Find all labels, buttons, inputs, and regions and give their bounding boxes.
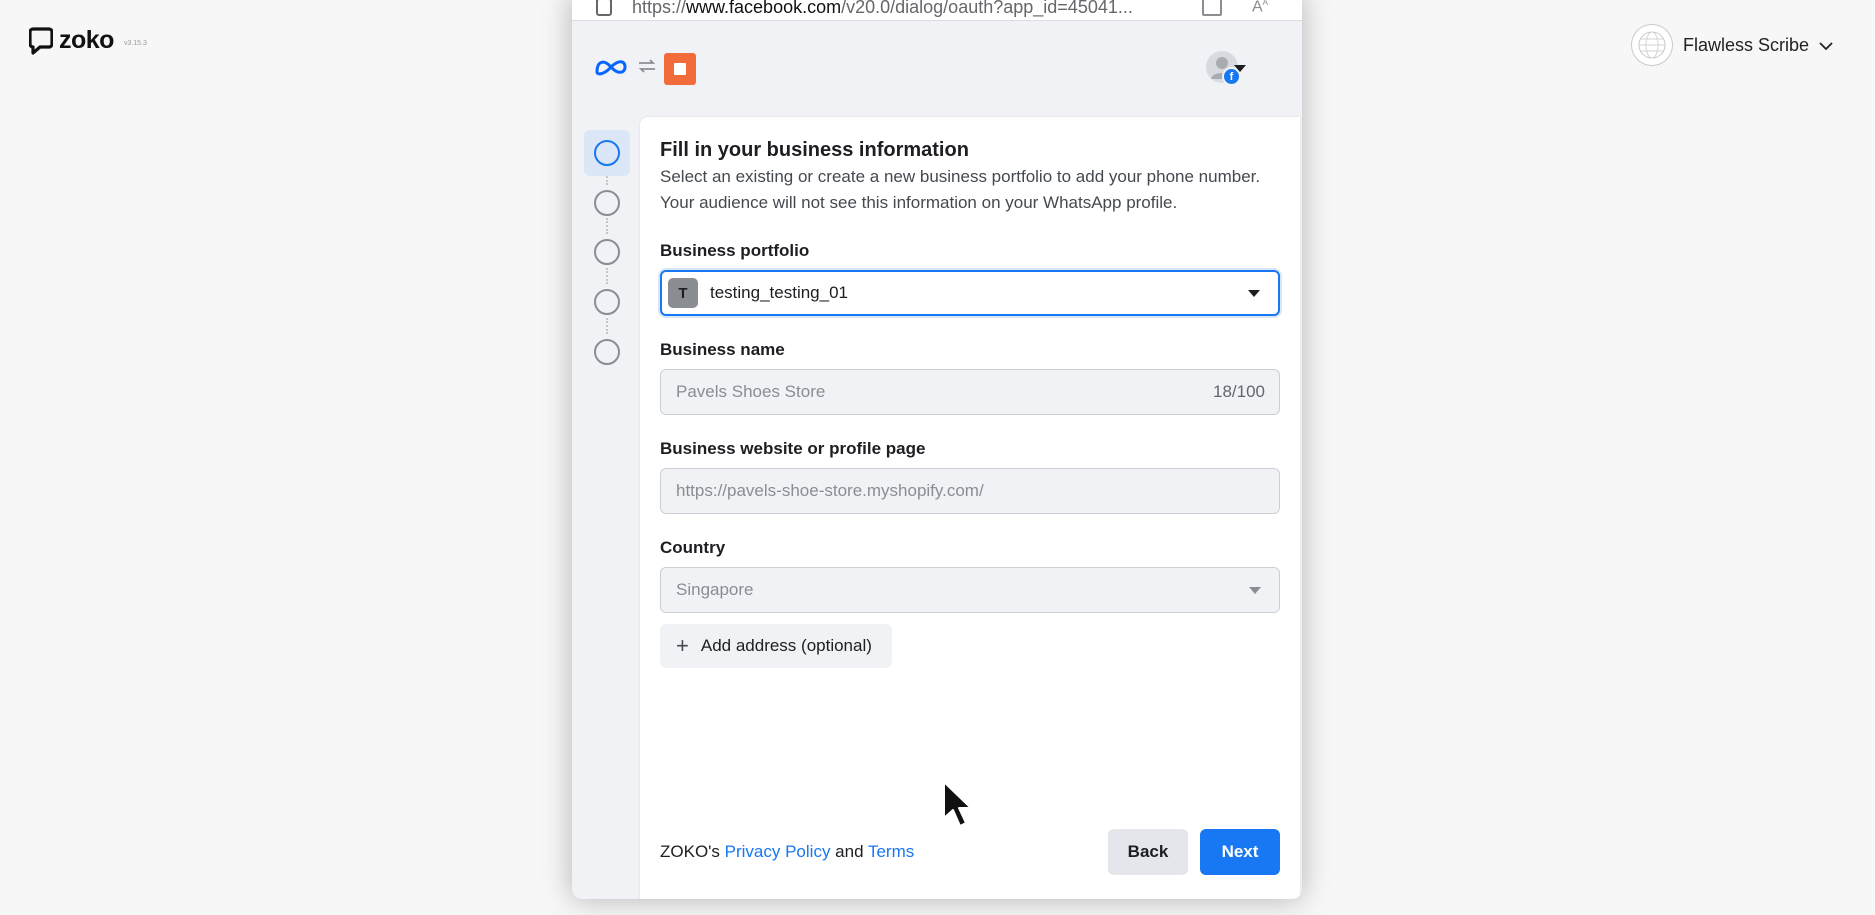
oauth-popup-window: https://www.facebook.com/v20.0/dialog/oa… <box>572 0 1302 899</box>
country-label: Country <box>660 538 726 557</box>
website-field[interactable]: https://pavels-shoe-store.myshopify.com/ <box>660 468 1280 514</box>
account-caret-icon[interactable] <box>1234 65 1246 72</box>
zoko-chat-icon <box>29 26 53 55</box>
step-circle-icon <box>594 190 620 216</box>
globe-avatar-icon <box>1630 24 1673 66</box>
progress-steps <box>572 117 640 899</box>
step-circle-icon <box>594 140 620 166</box>
user-menu[interactable]: Flawless Scribe <box>1630 24 1833 66</box>
privacy-policy-link[interactable]: Privacy Policy <box>725 842 831 861</box>
zoko-logo[interactable]: zoko v3.15.3 <box>29 26 147 55</box>
add-address-label: Add address (optional) <box>700 636 872 655</box>
business-portfolio-value: testing_testing_01 <box>710 283 848 302</box>
step-circle-icon <box>594 289 620 315</box>
brand-name: zoko <box>59 26 114 54</box>
legal-text: ZOKO's Privacy Policy and Terms <box>660 842 915 861</box>
business-name-field[interactable]: Pavels Shoes Store 18/100 <box>660 369 1280 415</box>
mouse-pointer-icon <box>941 780 975 835</box>
reader-mode-icon[interactable]: AA <box>1252 0 1268 16</box>
business-name-label: Business name <box>660 340 785 359</box>
step-circle-icon <box>594 339 620 365</box>
next-button[interactable]: Next <box>1200 829 1280 875</box>
business-portfolio-label: Business portfolio <box>660 241 810 260</box>
dialog-footer: ZOKO's Privacy Policy and Terms Back Nex… <box>660 829 1280 875</box>
add-address-button[interactable]: + Add address (optional) <box>660 624 892 668</box>
website-value: https://pavels-shoe-store.myshopify.com/ <box>676 481 984 500</box>
step-4 <box>584 279 630 325</box>
step-3 <box>584 229 630 275</box>
url-text[interactable]: https://www.facebook.com/v20.0/dialog/oa… <box>632 0 1192 18</box>
portfolio-avatar: T <box>668 278 698 308</box>
dialog-header: f <box>572 21 1302 117</box>
country-value: Singapore <box>676 580 754 599</box>
business-portfolio-select[interactable]: T testing_testing_01 <box>660 270 1280 316</box>
step-2 <box>584 180 630 226</box>
step-circle-icon <box>594 239 620 265</box>
caret-down-icon <box>1249 587 1261 594</box>
zoko-app-icon <box>664 53 696 85</box>
website-label: Business website or profile page <box>660 439 926 458</box>
char-count: 18/100 <box>1213 382 1265 401</box>
page-title: Fill in your business information <box>660 139 969 161</box>
swap-arrows-icon <box>636 56 658 82</box>
lock-icon <box>596 0 612 16</box>
country-select[interactable]: Singapore <box>660 567 1280 613</box>
address-bar[interactable]: https://www.facebook.com/v20.0/dialog/oa… <box>572 0 1302 21</box>
meta-logo-icon <box>594 57 628 82</box>
back-button[interactable]: Back <box>1108 829 1188 875</box>
step-1 <box>584 130 630 176</box>
chevron-down-icon <box>1819 35 1833 56</box>
user-name: Flawless Scribe <box>1682 34 1809 55</box>
page-description: Select an existing or create a new busin… <box>660 167 1261 212</box>
terms-link[interactable]: Terms <box>868 842 914 861</box>
business-name-value: Pavels Shoes Store <box>676 382 826 401</box>
plus-icon: + <box>676 633 689 658</box>
step-5 <box>584 329 630 375</box>
grid-icon[interactable] <box>1202 0 1222 16</box>
app-version: v3.15.3 <box>123 40 147 47</box>
caret-down-icon <box>1248 290 1260 297</box>
